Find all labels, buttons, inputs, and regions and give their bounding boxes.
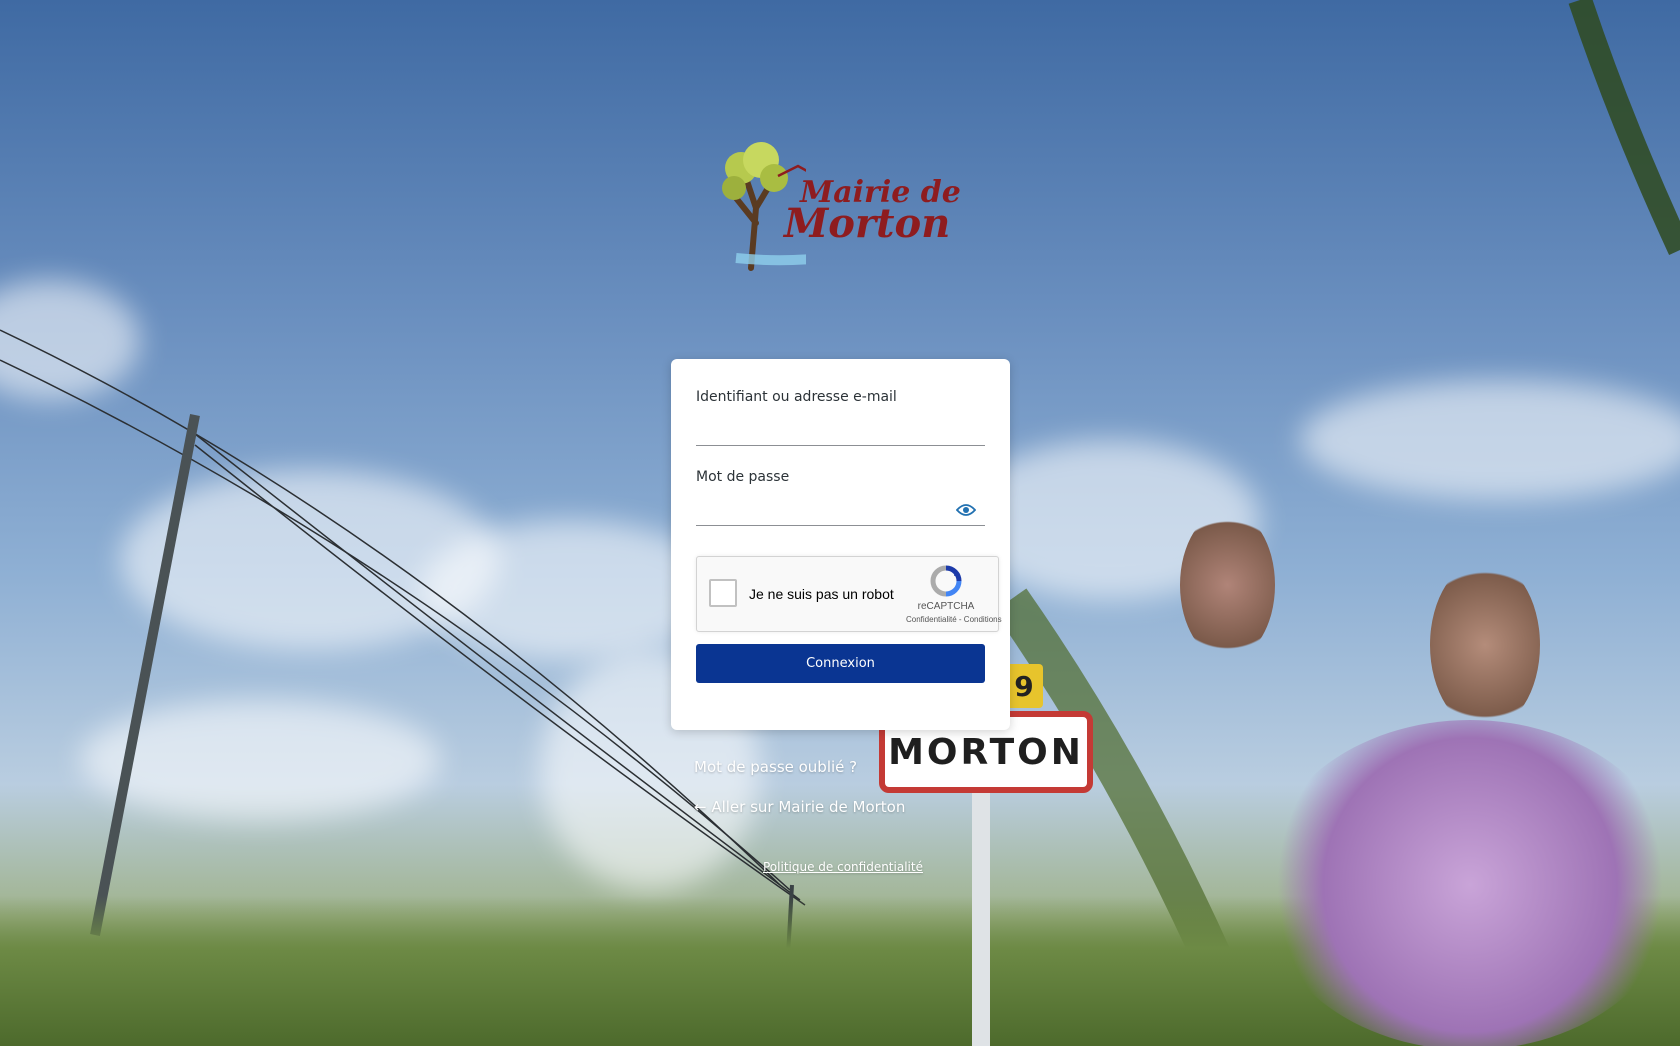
username-input[interactable] <box>696 414 985 446</box>
privacy-policy-link[interactable]: Politique de confidentialité <box>763 860 923 874</box>
recaptcha-logo-icon <box>930 565 962 597</box>
road-sign-number: 9 <box>1005 664 1043 708</box>
recaptcha-label: Je ne suis pas un robot <box>749 586 894 602</box>
recaptcha-checkbox[interactable] <box>709 579 737 607</box>
eye-icon <box>956 504 976 516</box>
purple-flower <box>1260 720 1680 1046</box>
road-sign-post <box>972 793 990 1046</box>
password-label: Mot de passe <box>696 469 790 485</box>
lost-password-link[interactable]: Mot de passe oublié ? <box>694 758 857 776</box>
recaptcha-brand: reCAPTCHA Confidentialité - Conditions <box>906 565 1002 624</box>
logo-line2: Morton <box>784 200 951 247</box>
site-logo[interactable]: Mairie de Morton <box>716 138 966 288</box>
recaptcha-name: reCAPTCHA <box>917 601 975 612</box>
recaptcha-links[interactable]: Confidentialité - Conditions <box>906 615 1002 624</box>
back-to-site-link[interactable]: ← Aller sur Mairie de Morton <box>694 798 905 816</box>
logo-wordmark: Mairie de Morton <box>784 178 961 244</box>
username-label: Identifiant ou adresse e-mail <box>696 389 897 405</box>
teasel-flower <box>1180 510 1275 660</box>
login-form: Identifiant ou adresse e-mail Mot de pas… <box>671 359 1010 730</box>
teasel-flower <box>1430 560 1540 730</box>
login-button[interactable]: Connexion <box>696 644 985 683</box>
show-password-button[interactable] <box>953 499 979 521</box>
recaptcha-widget: Je ne suis pas un robot reCAPTCHA Confid… <box>696 556 1002 632</box>
password-input[interactable] <box>696 494 985 526</box>
